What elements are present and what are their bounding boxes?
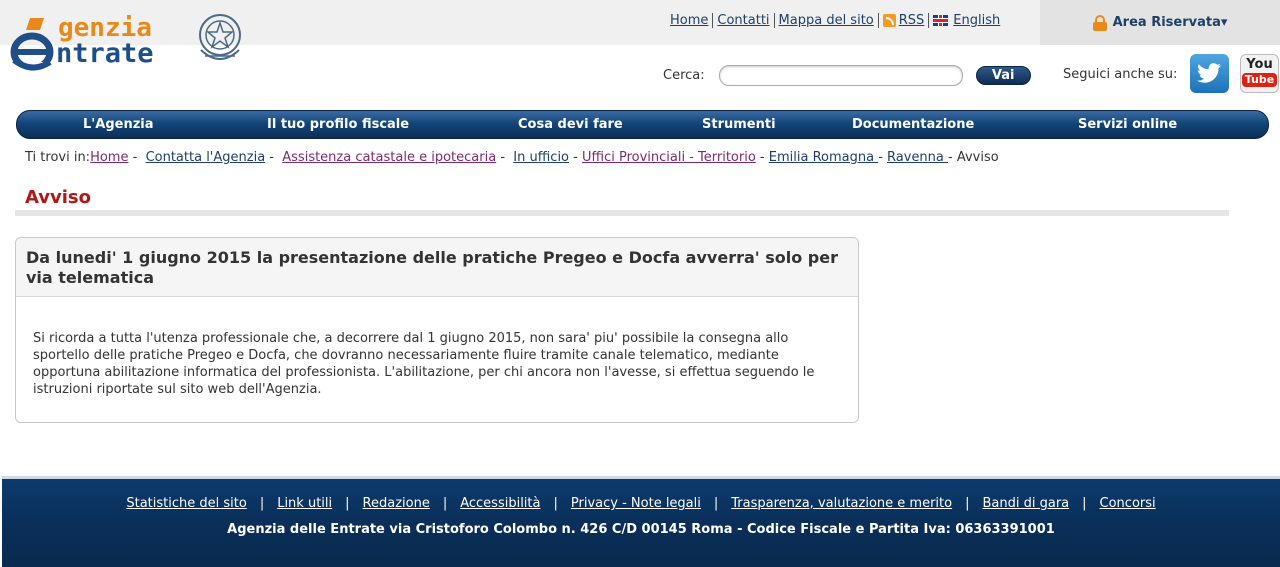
breadcrumb-emilia-romagna[interactable]: Emilia Romagna	[769, 150, 878, 165]
nav-item-servizi-online[interactable]: Servizi online	[1078, 117, 1177, 132]
top-link-english[interactable]: English	[953, 13, 1000, 28]
twitter-icon[interactable]	[1190, 54, 1229, 93]
youtube-you-text: You	[1246, 57, 1273, 72]
footer-separator: |	[713, 496, 719, 511]
youtube-icon[interactable]: You Tube	[1240, 54, 1279, 93]
breadcrumb-home[interactable]: Home	[90, 150, 128, 165]
top-link-home[interactable]: Home	[670, 13, 708, 28]
breadcrumb-uffici-provinciali[interactable]: Uffici Provinciali - Territorio	[582, 150, 756, 165]
separator	[712, 13, 714, 28]
footer-link-statistiche[interactable]: Statistiche del sito	[126, 496, 246, 511]
footer-links: Statistiche del sito | Link utili | Redazion…	[2, 496, 1280, 511]
breadcrumb-current: Avviso	[956, 150, 999, 165]
title-underline	[15, 210, 1229, 216]
notice-header: Da lunedi' 1 giugno 2015 la presentazion…	[16, 238, 858, 297]
breadcrumb: Ti trovi in:Home - Contatta l'Agenzia - …	[25, 150, 999, 165]
footer-link-redazione[interactable]: Redazione	[363, 496, 430, 511]
separator	[928, 13, 930, 28]
main-navigation: L'Agenzia Il tuo profilo fiscale Cosa de…	[16, 110, 1269, 139]
footer-separator: |	[259, 496, 265, 511]
uk-flag-icon[interactable]	[933, 15, 949, 26]
footer-link-link-utili[interactable]: Link utili	[277, 496, 332, 511]
page-title: Avviso	[25, 187, 92, 208]
breadcrumb-ravenna[interactable]: Ravenna	[887, 150, 948, 165]
footer-link-privacy[interactable]: Privacy - Note legali	[571, 496, 701, 511]
footer-link-accessibilita[interactable]: Accessibilità	[460, 496, 540, 511]
nav-item-profilo-fiscale[interactable]: Il tuo profilo fiscale	[267, 117, 409, 132]
notice-card: Da lunedi' 1 giugno 2015 la presentazion…	[15, 237, 859, 423]
footer-separator: |	[553, 496, 558, 511]
footer-address: Agenzia delle Entrate via Cristoforo Col…	[227, 522, 1055, 537]
breadcrumb-in-ufficio[interactable]: In ufficio	[513, 150, 569, 165]
lock-icon	[1092, 14, 1107, 31]
italian-emblem-icon	[199, 14, 241, 60]
footer-link-bandi[interactable]: Bandi di gara	[982, 496, 1069, 511]
breadcrumb-prefix: Ti trovi in:	[25, 150, 91, 165]
top-links: Home Contatti Mappa del sito RSS English	[670, 13, 1000, 28]
top-link-contatti[interactable]: Contatti	[717, 13, 769, 28]
search-button[interactable]: Vai	[975, 66, 1031, 85]
nav-item-documentazione[interactable]: Documentazione	[852, 117, 974, 132]
separator	[773, 13, 775, 28]
top-link-rss[interactable]: RSS	[899, 13, 925, 28]
separator	[877, 13, 879, 28]
agenzia-entrate-logo[interactable]: genzia ntrate	[10, 10, 250, 72]
footer: Statistiche del sito | Link utili | Redazion…	[2, 476, 1280, 567]
notice-body: Si ricorda a tutta l'utenza professional…	[33, 331, 815, 397]
footer-separator: |	[965, 496, 970, 511]
search-input[interactable]	[718, 65, 963, 86]
follow-label: Seguici anche su:	[1063, 67, 1178, 82]
breadcrumb-contatta[interactable]: Contatta l'Agenzia	[146, 150, 266, 165]
footer-link-trasparenza[interactable]: Trasparenza, valutazione e merito	[731, 496, 952, 511]
footer-separator: |	[1082, 496, 1087, 511]
logo-text-bottom: ntrate	[56, 38, 154, 69]
notice-title: Da lunedi' 1 giugno 2015 la presentazion…	[26, 248, 838, 287]
footer-separator: |	[345, 496, 350, 511]
nav-item-strumenti[interactable]: Strumenti	[702, 117, 776, 132]
youtube-tube-text: Tube	[1241, 73, 1278, 87]
nav-item-cosa-devi-fare[interactable]: Cosa devi fare	[518, 117, 623, 132]
area-riservata-label: Area Riservata▾	[1112, 15, 1228, 30]
footer-separator: |	[442, 496, 448, 511]
search-label: Cerca:	[663, 68, 705, 83]
search-form: Cerca: Vai	[663, 65, 1031, 86]
top-link-mappa[interactable]: Mappa del sito	[779, 13, 874, 28]
area-riservata-button[interactable]: Area Riservata▾	[1040, 0, 1280, 45]
breadcrumb-assistenza[interactable]: Assistenza catastale e ipotecaria	[282, 150, 496, 165]
rss-icon[interactable]	[882, 14, 896, 27]
nav-item-agenzia[interactable]: L'Agenzia	[83, 117, 154, 132]
footer-link-concorsi[interactable]: Concorsi	[1100, 496, 1156, 511]
